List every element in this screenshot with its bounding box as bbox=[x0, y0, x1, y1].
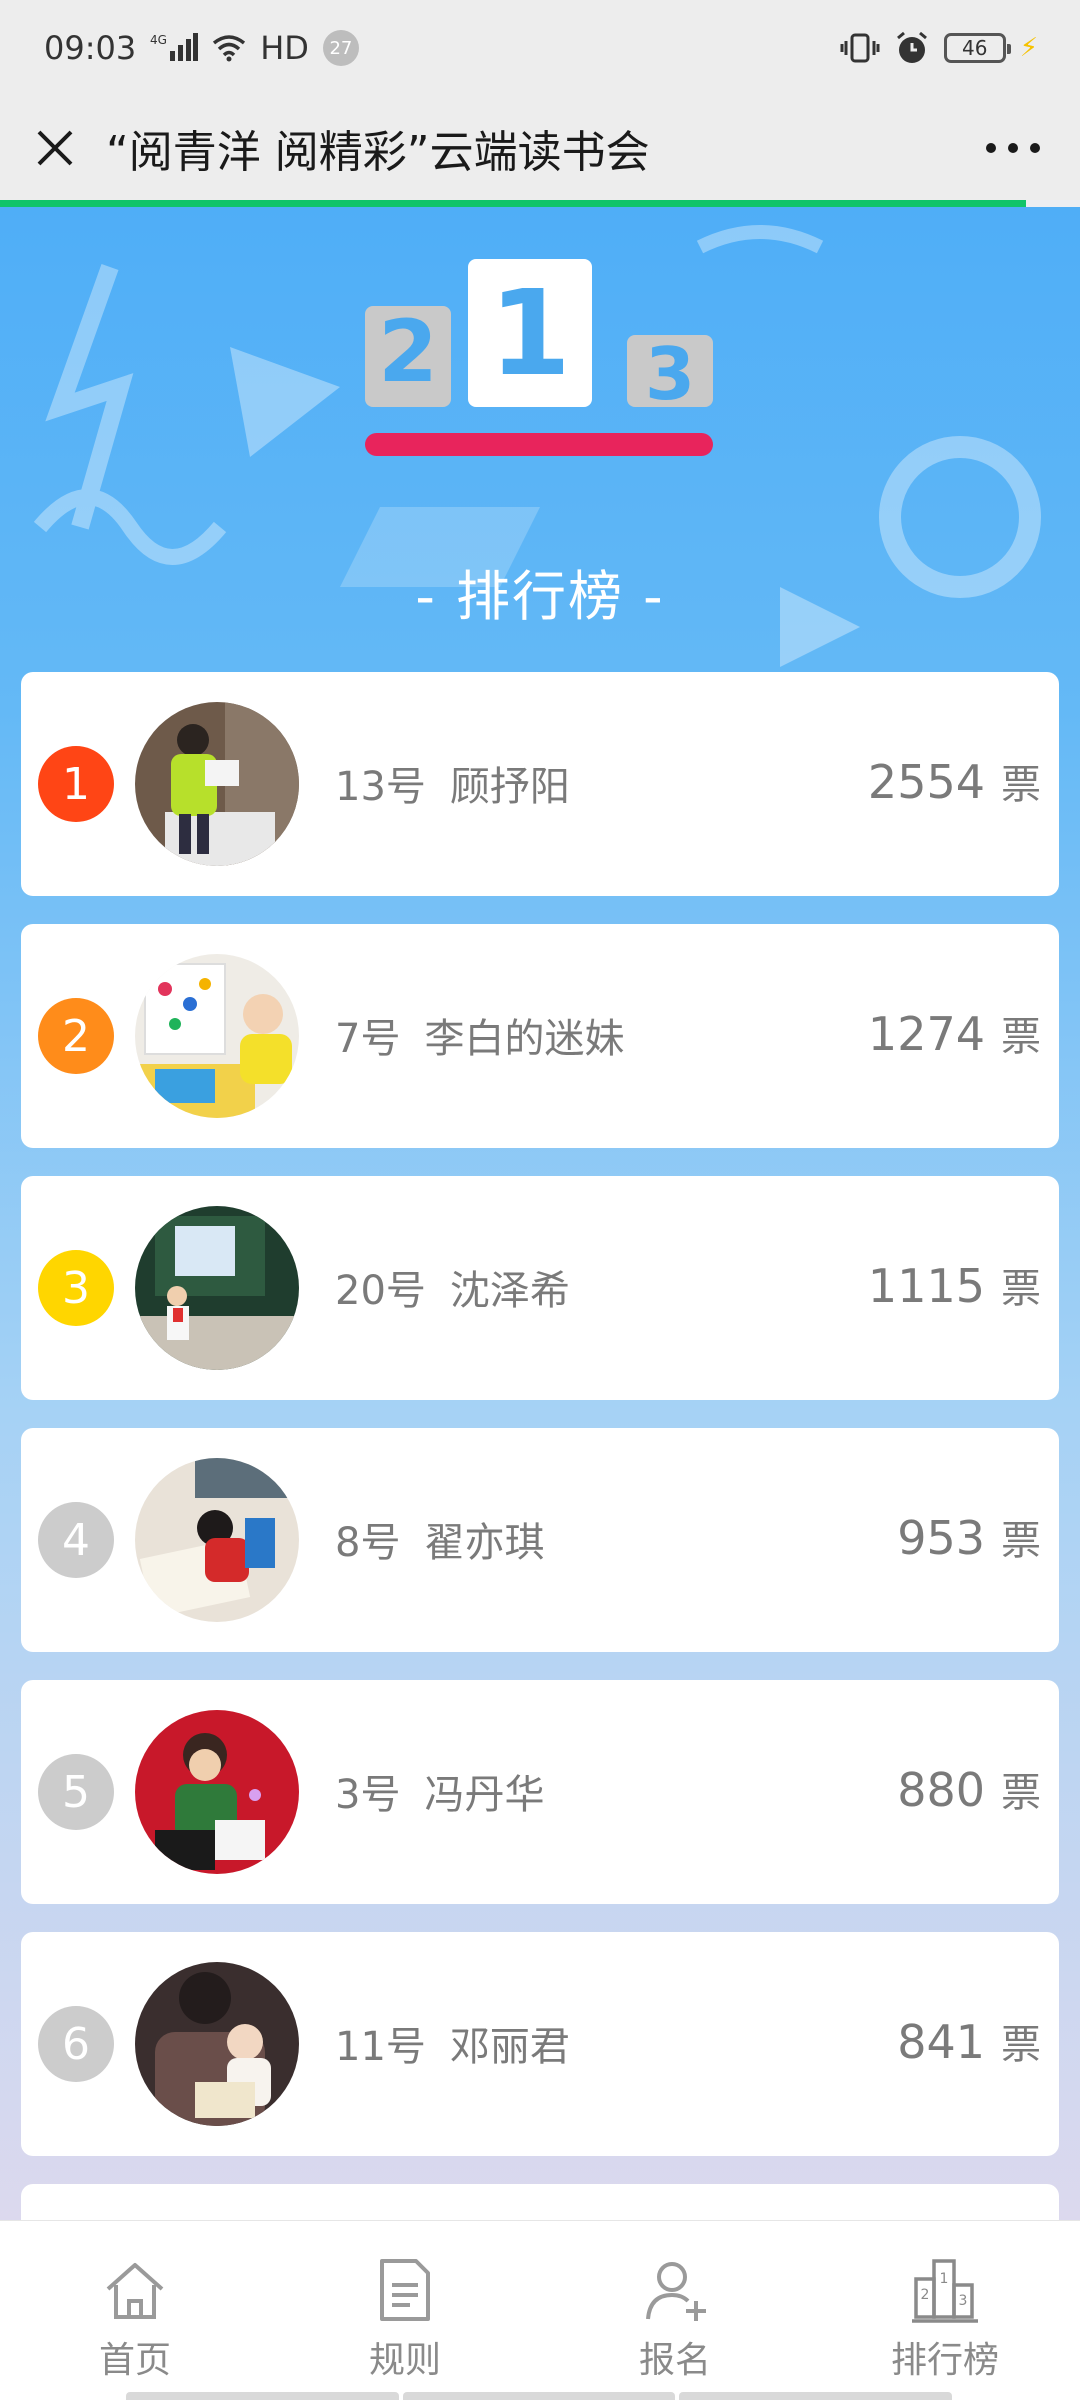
avatar bbox=[135, 1710, 299, 1874]
alarm-icon bbox=[896, 31, 927, 63]
ranking-page: 2 1 3 - 排行榜 - 1 13号 顾抒阳 2554 票 2 7号 李白的迷… bbox=[0, 207, 1080, 2220]
close-button[interactable] bbox=[32, 125, 78, 171]
rank-badge: 6 bbox=[38, 2006, 114, 2082]
add-user-icon bbox=[646, 2262, 706, 2321]
avatar bbox=[135, 702, 299, 866]
rank-badge: 4 bbox=[38, 1502, 114, 1578]
vote-unit: 票 bbox=[1001, 1014, 1041, 1060]
svg-text:1: 1 bbox=[940, 2271, 949, 2287]
svg-text:3: 3 bbox=[959, 2293, 968, 2309]
vibrate-icon bbox=[840, 33, 880, 63]
vote-count: 2554 bbox=[867, 755, 985, 809]
ranking-list: 1 13号 顾抒阳 2554 票 2 7号 李白的迷妹 1274 票 3 20号… bbox=[21, 672, 1059, 2220]
close-icon bbox=[37, 130, 73, 166]
nav-signup[interactable]: 报名 bbox=[545, 2221, 805, 2383]
rank-badge: 5 bbox=[38, 1754, 114, 1830]
status-bar: 09:03 4G HD 27 46 ⚡ bbox=[0, 0, 1080, 96]
entry-number: 3号 bbox=[335, 1772, 401, 1818]
vote-count: 1115 bbox=[867, 1259, 985, 1313]
entry-number: 20号 bbox=[335, 1268, 426, 1314]
svg-text:1: 1 bbox=[489, 264, 571, 402]
entry-name: 顾抒阳 bbox=[449, 764, 570, 810]
vote-unit: 票 bbox=[1001, 1518, 1041, 1564]
vote-unit: 票 bbox=[1001, 1770, 1041, 1816]
battery-icon: 46 bbox=[943, 33, 1011, 63]
vote-unit: 票 bbox=[1001, 2022, 1041, 2068]
svg-text:2: 2 bbox=[921, 2287, 930, 2303]
entry-number: 8号 bbox=[335, 1520, 401, 1566]
ranking-entry[interactable]: 4 8号 翟亦琪 953 票 bbox=[21, 1428, 1059, 1652]
entry-name: 邓丽君 bbox=[449, 2024, 570, 2070]
svg-text:3: 3 bbox=[645, 332, 695, 416]
nav-label: 规则 bbox=[368, 2340, 441, 2381]
avatar bbox=[135, 954, 299, 1118]
avatar bbox=[135, 1206, 299, 1370]
vote-unit: 票 bbox=[1001, 1266, 1041, 1312]
entry-number: 11号 bbox=[335, 2024, 426, 2070]
vote-count: 1274 bbox=[867, 1007, 985, 1061]
vote-unit: 票 bbox=[1001, 762, 1041, 808]
entry-name: 翟亦琪 bbox=[424, 1520, 545, 1566]
avatar bbox=[135, 1962, 299, 2126]
vote-count: 841 bbox=[897, 2015, 985, 2069]
ranking-entry[interactable]: 1 13号 顾抒阳 2554 票 bbox=[21, 672, 1059, 896]
notification-badge: 27 bbox=[322, 30, 359, 66]
avatar bbox=[135, 1458, 299, 1622]
ranking-title: - 排行榜 - bbox=[415, 565, 665, 628]
title-bar: “阅青洋 阅精彩”云端读书会 bbox=[0, 96, 1080, 200]
home-indicator bbox=[126, 2392, 953, 2400]
document-icon bbox=[380, 2259, 430, 2321]
nav-ranking[interactable]: 2 1 3 排行榜 bbox=[815, 2221, 1075, 2383]
charging-icon: ⚡ bbox=[1019, 33, 1038, 63]
rank-badge: 3 bbox=[38, 1250, 114, 1326]
entry-number: 7号 bbox=[335, 1016, 401, 1062]
wifi-icon bbox=[213, 35, 246, 62]
more-button[interactable] bbox=[978, 125, 1048, 171]
hd-indicator: HD bbox=[260, 29, 309, 67]
status-time: 09:03 bbox=[44, 29, 137, 67]
home-icon bbox=[106, 2263, 164, 2319]
podium-icon: 2 1 3 bbox=[365, 259, 713, 456]
rank-badge: 1 bbox=[38, 746, 114, 822]
ranking-entry[interactable]: 6 11号 邓丽君 841 票 bbox=[21, 1932, 1059, 2156]
nav-label: 报名 bbox=[638, 2340, 711, 2381]
svg-text:2: 2 bbox=[378, 302, 438, 402]
signal-icon: 4G bbox=[150, 33, 199, 61]
page-load-progress bbox=[0, 200, 1026, 207]
entry-name: 沈泽希 bbox=[449, 1268, 570, 1314]
ranking-entry[interactable]: 3 20号 沈泽希 1115 票 bbox=[21, 1176, 1059, 1400]
page-title: “阅青洋 阅精彩”云端读书会 bbox=[106, 127, 650, 178]
vote-count: 880 bbox=[897, 1763, 985, 1817]
ranking-entry[interactable]: 5 3号 冯丹华 880 票 bbox=[21, 1680, 1059, 1904]
nav-label: 首页 bbox=[98, 2340, 171, 2381]
entry-name: 冯丹华 bbox=[424, 1772, 545, 1818]
rank-badge: 2 bbox=[38, 998, 114, 1074]
nav-label: 排行榜 bbox=[890, 2340, 999, 2381]
entry-number: 13号 bbox=[335, 764, 426, 810]
nav-home[interactable]: 首页 bbox=[5, 2221, 265, 2383]
ranking-entry[interactable]: 2 7号 李白的迷妹 1274 票 bbox=[21, 924, 1059, 1148]
podium-icon: 2 1 3 bbox=[912, 2259, 978, 2323]
entry-name: 李白的迷妹 bbox=[424, 1016, 625, 1062]
ranking-entry-partial[interactable] bbox=[21, 2184, 1059, 2220]
vote-count: 953 bbox=[897, 1511, 985, 1565]
more-icon bbox=[986, 143, 1040, 153]
svg-text:4G: 4G bbox=[150, 33, 167, 47]
bottom-nav: 首页 规则 报名 2 1 3 排行榜 bbox=[0, 2220, 1080, 2400]
nav-rules[interactable]: 规则 bbox=[275, 2221, 535, 2383]
